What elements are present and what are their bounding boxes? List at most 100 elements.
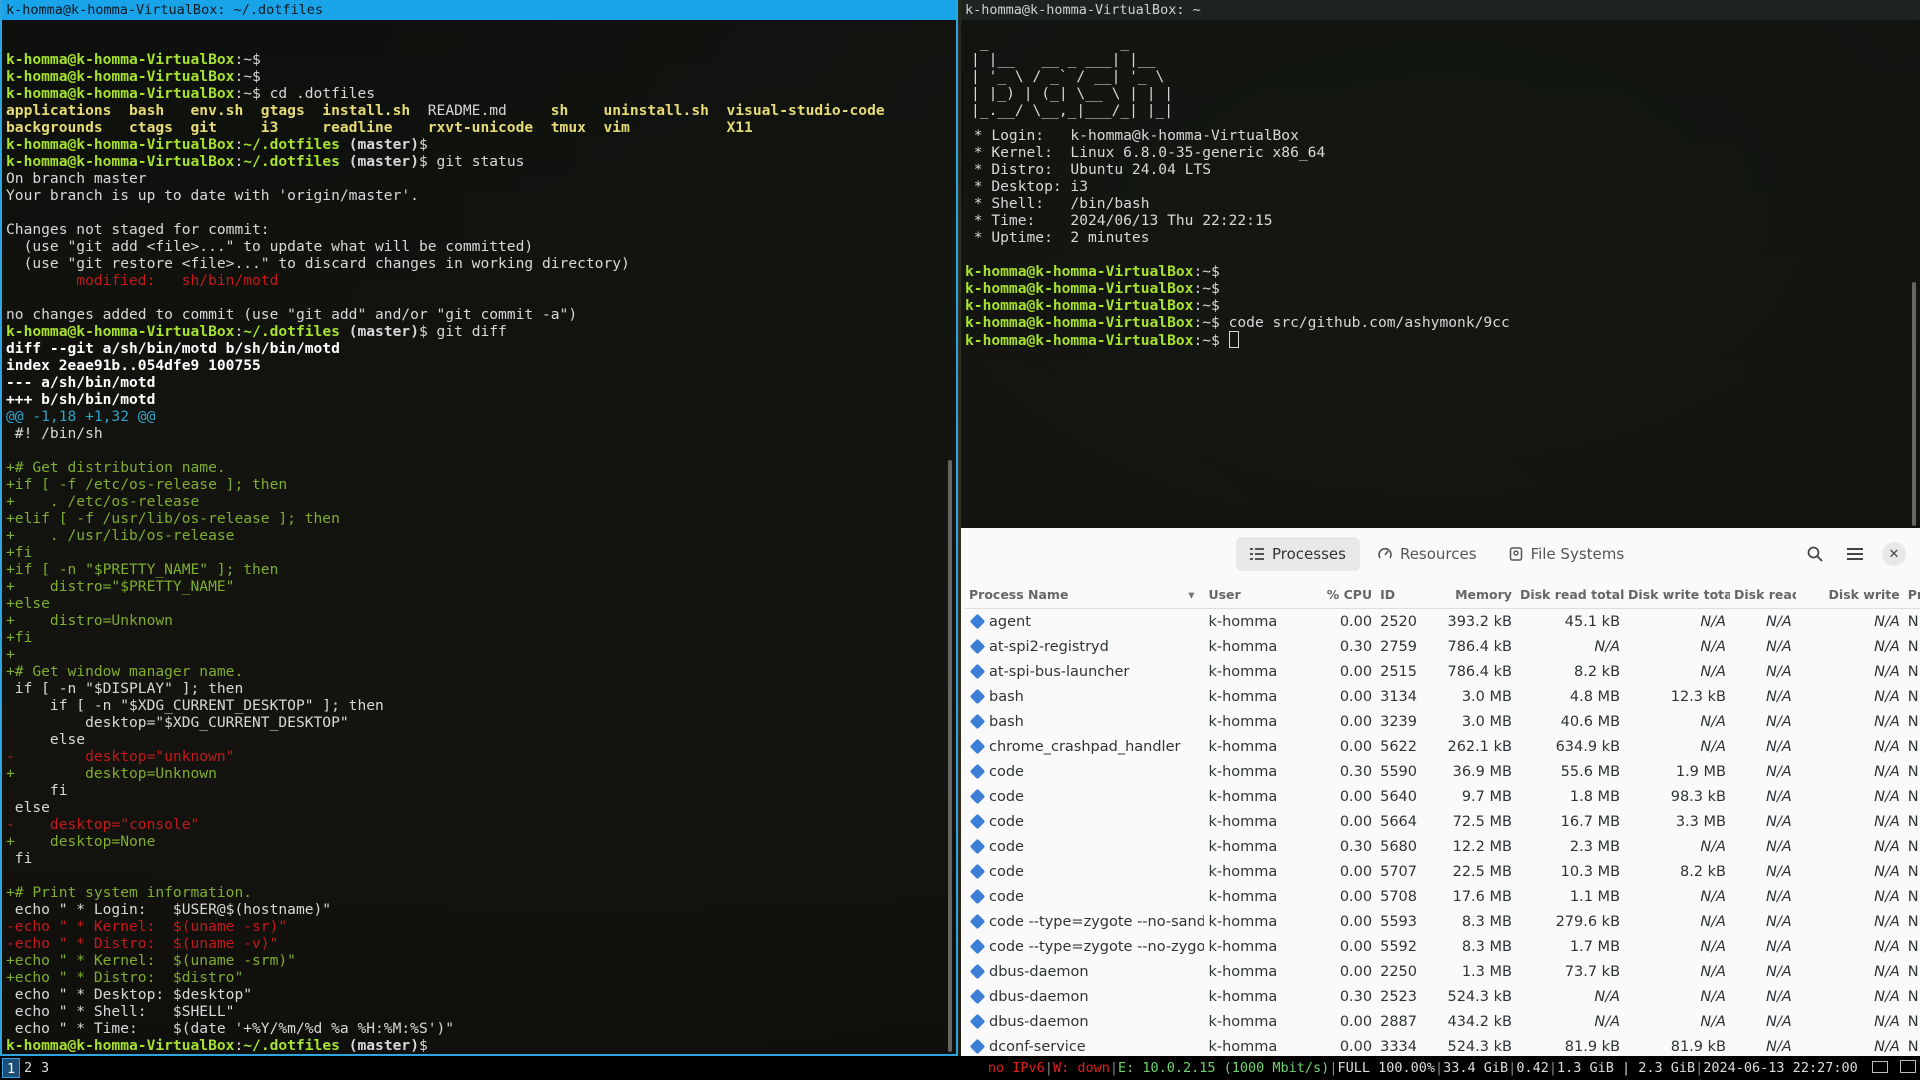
right-terminal-window[interactable]: k-homma@k-homma-VirtualBox: ~ _ _ | |__ … <box>961 0 1920 528</box>
disk-write-cell: N/A <box>1874 763 1900 780</box>
left-terminal-segment: : <box>234 323 244 340</box>
left-terminal-segment: (master) <box>339 136 419 153</box>
close-icon: ✕ <box>1888 546 1900 562</box>
menu-button[interactable] <box>1843 542 1867 566</box>
tab-processes-label: Processes <box>1272 545 1346 563</box>
process-row[interactable]: code --type=zygote --no-zygote k-homma 0.0… <box>965 934 1920 959</box>
process-name-cell: bash <box>965 684 1204 709</box>
memory-cell: 434.2 kB <box>1447 1013 1512 1030</box>
column-header-user[interactable]: User <box>1204 580 1300 609</box>
left-terminal-segment: :~$ <box>234 68 261 85</box>
process-row[interactable]: code k-homma 0.30 5590 36.9 MB 55.6 MB 1.9 MB N… <box>965 759 1920 784</box>
process-name-cell: code <box>965 809 1204 834</box>
disk-read-total-cell: 8.2 kB <box>1574 663 1621 680</box>
workspace-button-3[interactable]: 3 <box>37 1058 53 1078</box>
column-header-disk-write[interactable]: Disk write <box>1795 580 1904 609</box>
left-terminal-segment: +# Get window manager name. <box>6 663 244 680</box>
left-terminal-scrollbar[interactable] <box>948 460 952 1052</box>
right-terminal-segment: k-homma@k-homma-VirtualBox <box>965 332 1194 349</box>
pid-cell: 2887 <box>1380 1013 1418 1030</box>
column-header-memory[interactable]: Memory <box>1433 580 1516 609</box>
search-button[interactable] <box>1803 542 1827 566</box>
column-header-cpu[interactable]: % CPU <box>1299 580 1377 609</box>
pid-cell: 5622 <box>1380 738 1418 755</box>
disk-read-total-cell: 1.8 MB <box>1569 788 1621 805</box>
memory-cell: 12.2 MB <box>1452 838 1512 855</box>
column-header-priority[interactable]: Pr <box>1903 580 1920 609</box>
left-terminal-line: #! /bin/sh <box>6 425 956 442</box>
user-cell: k-homma <box>1208 838 1278 855</box>
process-icon <box>969 1013 986 1029</box>
left-terminal-window[interactable]: k-homma@k-homma-VirtualBox: ~/.dotfiles … <box>0 0 958 1056</box>
left-terminal-segment: k-homma@k-homma-VirtualBox <box>6 1037 235 1054</box>
disk-write-total-cell: 98.3 kB <box>1670 788 1726 805</box>
left-terminal-line: + <box>6 646 956 663</box>
column-header-disk-read-total[interactable]: Disk read total <box>1515 580 1625 609</box>
disk-write-cell: N/A <box>1874 713 1900 730</box>
process-name-cell: code --type=zygote --no-zygote <box>965 934 1204 959</box>
process-name: agent <box>989 613 1031 630</box>
tab-file-systems[interactable]: File Systems <box>1495 537 1639 571</box>
process-row[interactable]: agent k-homma 0.00 2520 393.2 kB 45.1 kB N/A N/… <box>965 609 1920 635</box>
process-row[interactable]: code --type=zygote --no-sandboxk-homma 0.… <box>965 909 1920 934</box>
process-row[interactable]: code k-homma 0.00 5640 9.7 MB 1.8 MB 98.3 kB N/… <box>965 784 1920 809</box>
process-row[interactable]: bash k-homma 0.00 3134 3.0 MB 4.8 MB 12.3 kB N/… <box>965 684 1920 709</box>
process-name: code --type=zygote --no-zygote <box>989 938 1205 955</box>
process-row[interactable]: at-spi-bus-launcher k-homma 0.00 2515 786.4 … <box>965 659 1920 684</box>
disk-read-cell: N/A <box>1766 638 1792 655</box>
process-row[interactable]: dbus-daemon k-homma 0.00 2887 434.2 kB N/A N/A… <box>965 1009 1920 1034</box>
user-cell: k-homma <box>1208 888 1278 905</box>
process-name-cell: at-spi2-registryd <box>965 634 1204 659</box>
process-row[interactable]: at-spi2-registryd k-homma 0.30 2759 786.4 kB… <box>965 634 1920 659</box>
memory-status: 1.3 GiB | 2.3 GiB <box>1556 1060 1696 1076</box>
process-table[interactable]: Process Name ▾ User % CPU ID Memory Disk … <box>965 580 1920 1056</box>
left-terminal-segment: diff --git a/sh/bin/motd b/sh/bin/motd <box>6 340 340 357</box>
close-button[interactable]: ✕ <box>1882 542 1906 566</box>
battery-status: FULL 100.00% <box>1337 1060 1435 1076</box>
process-row[interactable]: dconf-service k-homma 0.00 3334 524.3 kB 81.9… <box>965 1034 1920 1056</box>
tab-resources-label: Resources <box>1399 545 1477 563</box>
memory-cell: 9.7 MB <box>1461 788 1512 805</box>
column-header-disk-read[interactable]: Disk read <box>1729 580 1796 609</box>
process-row[interactable]: dbus-daemon k-homma 0.30 2523 524.3 kB N/A N/A… <box>965 984 1920 1009</box>
process-row[interactable]: chrome_crashpad_handler k-homma 0.00 5622 26… <box>965 734 1920 759</box>
wifi-status: W: down <box>1052 1060 1110 1076</box>
left-terminal-line: else <box>6 731 956 748</box>
process-name: code <box>989 888 1024 905</box>
tab-resources[interactable]: Resources <box>1364 537 1491 571</box>
display-tray-icon[interactable] <box>1900 1060 1916 1073</box>
workspace-button-1[interactable]: 1 <box>2 1058 21 1078</box>
process-name: bash <box>989 688 1024 705</box>
left-terminal-line: On branch master <box>6 170 956 187</box>
process-row[interactable]: code k-homma 0.00 5664 72.5 MB 16.7 MB 3.3 MB N… <box>965 809 1920 834</box>
process-row[interactable]: code k-homma 0.00 5707 22.5 MB 10.3 MB 8.2 kB N… <box>965 859 1920 884</box>
left-terminal-segment: echo " * Login: $USER@$(hostname)" <box>6 901 332 918</box>
column-header-disk-write-total[interactable]: Disk write total <box>1624 580 1730 609</box>
system-monitor-window[interactable]: Processes Resources File Systems ✕ Proce… <box>961 528 1920 1056</box>
process-name: code <box>989 763 1024 780</box>
disk-write-total-cell: N/A <box>1700 988 1726 1005</box>
memory-cell: 3.0 MB <box>1461 713 1512 730</box>
user-cell: k-homma <box>1208 788 1278 805</box>
tab-processes[interactable]: Processes <box>1236 537 1360 571</box>
disk-icon <box>1509 547 1523 561</box>
process-row[interactable]: bash k-homma 0.00 3239 3.0 MB 40.6 MB N/A N/A N/… <box>965 709 1920 734</box>
left-terminal-segment: $ git diff <box>418 323 507 340</box>
priority-cell: N <box>1907 763 1919 780</box>
process-icon <box>969 838 986 854</box>
process-name-cell: code <box>965 859 1204 884</box>
user-cell: k-homma <box>1208 1013 1278 1030</box>
right-terminal-output: * Login: k-homma@k-homma-VirtualBox * Ke… <box>961 119 1920 349</box>
right-terminal-segment: :~$ <box>1193 332 1229 349</box>
cpu-cell: 0.00 <box>1339 738 1373 755</box>
keyboard-tray-icon[interactable] <box>1871 1061 1888 1073</box>
column-header-id[interactable]: ID <box>1376 580 1434 609</box>
disk-read-cell: N/A <box>1766 938 1792 955</box>
process-row[interactable]: dbus-daemon k-homma 0.00 2250 1.3 MB 73.7 kB N… <box>965 959 1920 984</box>
process-row[interactable]: code k-homma 0.00 5708 17.6 MB 1.1 MB N/A N/A N/… <box>965 884 1920 909</box>
workspace-button-2[interactable]: 2 <box>20 1058 36 1078</box>
column-header-process-name[interactable]: Process Name ▾ <box>965 580 1205 609</box>
sort-down-icon: ▾ <box>1188 586 1195 602</box>
process-row[interactable]: code k-homma 0.30 5680 12.2 MB 2.3 MB N/A N/A N/… <box>965 834 1920 859</box>
right-terminal-scrollbar[interactable] <box>1912 282 1916 526</box>
